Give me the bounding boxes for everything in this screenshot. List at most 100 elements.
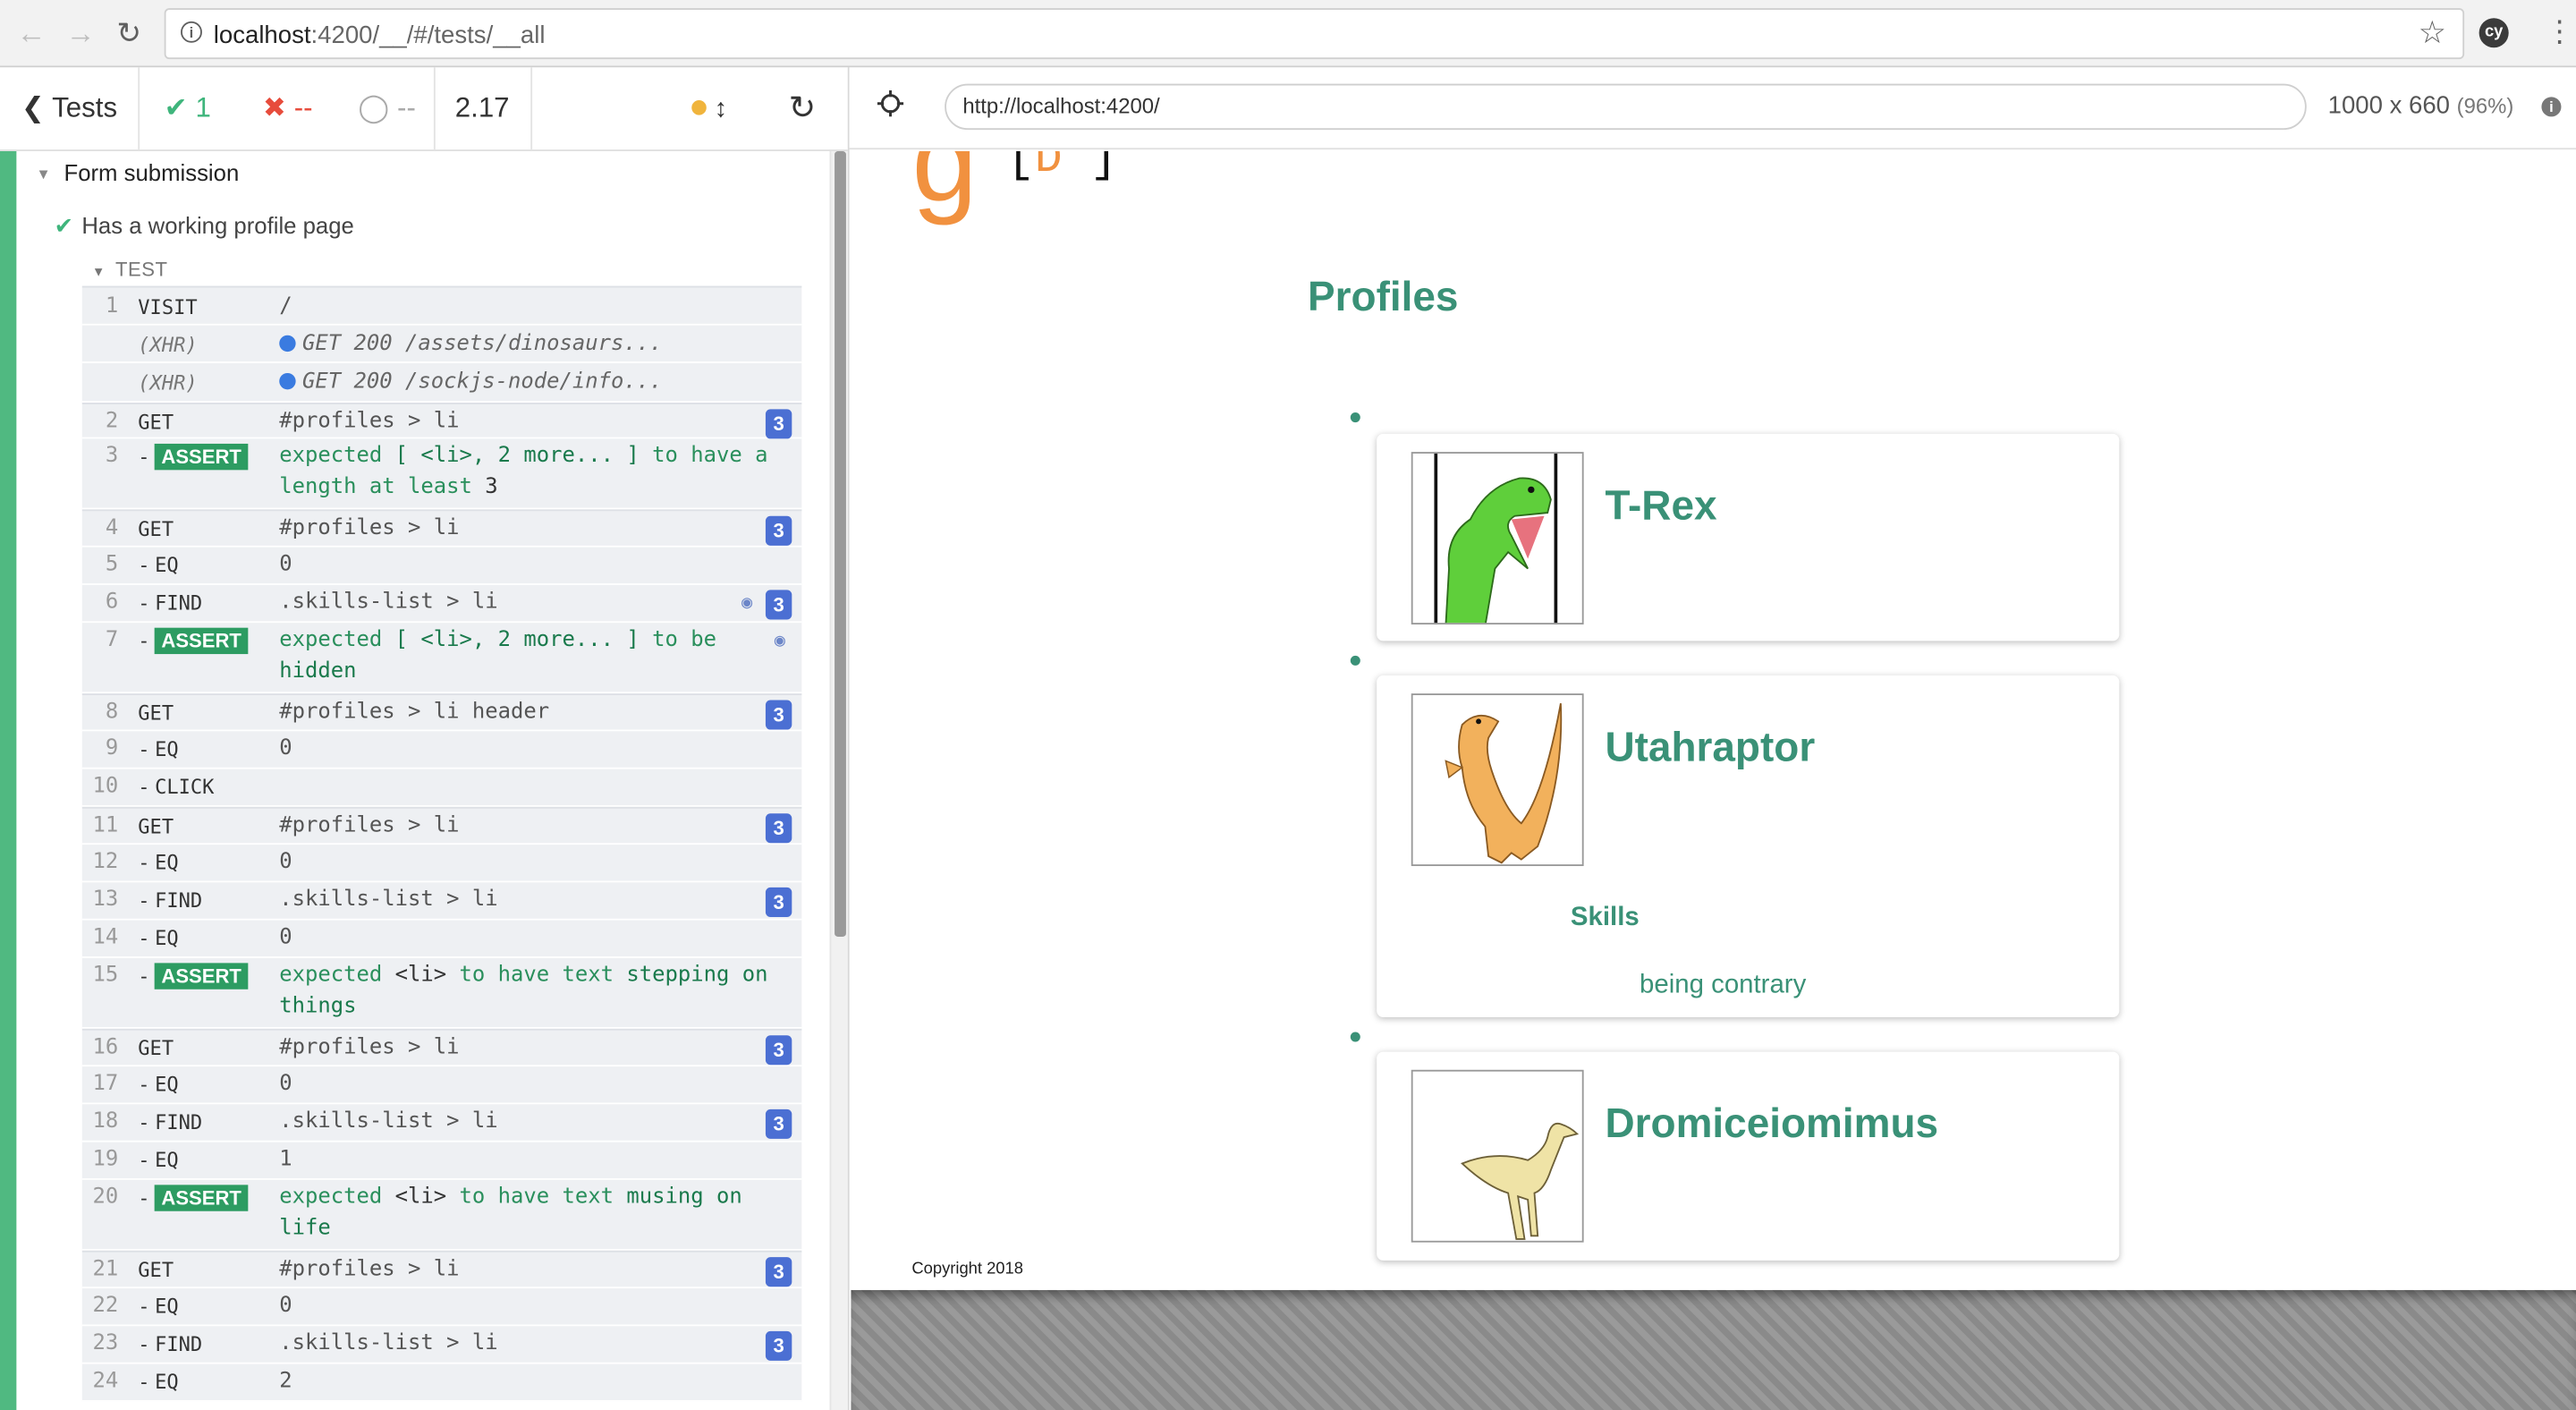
element-count-badge: 3 [765, 700, 792, 730]
reporter-scrollbar[interactable] [829, 150, 848, 1410]
assert-badge: ASSERT [155, 443, 249, 471]
viewport-info-icon[interactable]: i [2541, 97, 2562, 117]
bookmark-star-icon[interactable]: ☆ [2419, 15, 2446, 53]
command-row[interactable]: 7 - ASSERT expected [ <li>, 2 more... ] t… [81, 623, 802, 694]
profile-name[interactable]: Utahraptor [1605, 725, 1815, 772]
command-row[interactable]: 18 - FIND .skills-list > li 3 [81, 1104, 802, 1142]
command-row[interactable]: 12 - EQ 0 [81, 845, 802, 883]
list-bullet [1350, 412, 1360, 423]
element-count-badge: 3 [765, 1257, 792, 1287]
command-row[interactable]: 17 - EQ 0 [81, 1066, 802, 1105]
command-row[interactable]: 13 - FIND .skills-list > li 3 [81, 882, 802, 921]
command-row[interactable]: 4 GET #profiles > li 3 [81, 509, 802, 548]
browser-menu-icon[interactable]: ⋮ [2545, 15, 2574, 48]
command-row[interactable]: 15 - ASSERT expected <li> to have text st… [81, 957, 802, 1029]
trex-image [1411, 452, 1584, 624]
forward-arrow-icon[interactable]: → [65, 16, 95, 49]
command-row[interactable]: 1 VISIT / [81, 285, 802, 326]
list-bullet [1350, 1032, 1360, 1042]
aut-background [851, 1289, 2576, 1410]
scroll-arrows-icon: ↕ [714, 95, 728, 123]
check-icon: ✔ [54, 211, 74, 239]
element-count-badge: 3 [765, 1035, 792, 1066]
element-count-badge: 3 [765, 515, 792, 546]
assert-badge: ASSERT [155, 1185, 249, 1211]
site-info-icon[interactable]: i [181, 21, 202, 43]
command-row[interactable]: 22 - EQ 0 [81, 1288, 802, 1327]
pass-indicator-bar [0, 150, 17, 1410]
xhr-dot-icon [279, 372, 296, 390]
command-row[interactable]: 3 - ASSERT expected [ <li>, 2 more... ] t… [81, 438, 802, 510]
suite-title[interactable]: ▼ Form submission [36, 159, 239, 185]
hidden-eye-icon: ◉ [774, 629, 785, 651]
caret-down-icon: ▼ [91, 264, 106, 280]
command-row[interactable]: 21 GET #profiles > li 3 [81, 1250, 802, 1289]
reporter-header: ❮ Tests ✔ 1 ✖ -- ◯ -- 2.17 ↕ ↻ [0, 67, 848, 151]
failed-count: ✖ -- [262, 91, 313, 123]
profile-card[interactable]: Utahraptor Skills being contrary [1377, 675, 2120, 1017]
command-row[interactable]: 16 GET #profiles > li 3 [81, 1028, 802, 1067]
reporter-runnables: ▼ Form submission ✔ Has a working profile … [0, 150, 848, 1410]
caret-down-icon: ▼ [36, 166, 51, 183]
utahraptor-image [1411, 693, 1584, 867]
assert-badge: ASSERT [155, 627, 249, 655]
test-section-label[interactable]: ▼ TEST [92, 258, 168, 281]
browser-toolbar: ← → ↻ i localhost:4200/__/#/tests/__all … [0, 0, 2576, 68]
element-count-badge: 3 [765, 409, 792, 439]
skill-item: being contrary [1640, 971, 1807, 999]
element-count-badge: 3 [765, 813, 792, 844]
address-text: localhost:4200/__/#/tests/__all [213, 21, 546, 50]
profile-name[interactable]: T-Rex [1605, 483, 1716, 531]
list-bullet [1350, 655, 1360, 666]
command-row[interactable]: 19 - EQ 1 [81, 1142, 802, 1180]
command-row[interactable]: 24 - EQ 2 [81, 1363, 802, 1402]
scrollbar-thumb[interactable] [835, 150, 846, 937]
xhr-dot-icon [279, 335, 296, 352]
element-count-badge: 3 [765, 1108, 792, 1139]
assert-badge: ASSERT [155, 963, 249, 990]
selector-playground-icon[interactable] [877, 90, 904, 117]
status-dot-icon [691, 100, 707, 115]
hidden-eye-icon: ◉ [741, 591, 753, 614]
command-row[interactable]: 20 - ASSERT expected <li> to have text mu… [81, 1179, 802, 1251]
viewport-size: 1000 x 660 (96%) [2327, 91, 2514, 121]
command-row[interactable]: 6 - FIND .skills-list > li ◉ 3 [81, 584, 802, 624]
profile-card[interactable]: Dromiceiomimus [1377, 1051, 2120, 1261]
duration: 2.17 [454, 91, 510, 123]
passed-count: ✔ 1 [164, 91, 211, 123]
aut-header: http://localhost:4200/ 1000 x 660 (96%) … [849, 67, 2576, 150]
app-logo: g [911, 150, 978, 227]
element-count-badge: 3 [765, 590, 792, 620]
command-row[interactable]: 8 GET #profiles > li header 3 [81, 693, 802, 732]
element-count-badge: 3 [765, 1330, 792, 1361]
command-row[interactable]: (XHR) GET 200 /assets/dinosaurs... [81, 325, 802, 363]
check-icon: ✔ [164, 91, 188, 123]
pending-circle-icon: ◯ [358, 91, 390, 123]
chevron-left-icon: ❮ [21, 91, 46, 123]
command-row[interactable]: 2 GET #profiles > li 3 [81, 403, 802, 439]
autoscroll-toggle[interactable]: ↕ [691, 67, 727, 149]
skills-heading: Skills [1570, 904, 1640, 932]
tests-back-button[interactable]: ❮ Tests [21, 67, 117, 149]
command-row[interactable]: 10 - CLICK [81, 769, 802, 807]
reload-icon[interactable]: ↻ [116, 16, 141, 49]
address-bar[interactable]: i localhost:4200/__/#/tests/__all ☆ [164, 8, 2465, 60]
cypress-extension-icon[interactable]: cy [2479, 18, 2509, 48]
aut-url: http://localhost:4200/ [945, 83, 2307, 131]
test-title[interactable]: ✔ Has a working profile page [55, 212, 354, 240]
profile-name[interactable]: Dromiceiomimus [1605, 1101, 1938, 1149]
profile-card[interactable]: T-Rex [1377, 433, 2120, 641]
command-row[interactable]: 9 - EQ 0 [81, 731, 802, 769]
command-row[interactable]: 5 - EQ 0 [81, 547, 802, 585]
app-under-test: g [D ] Profiles T-Rex Utahraptor Skills … [851, 150, 2576, 1290]
copyright: Copyright 2018 [911, 1260, 1023, 1279]
command-row[interactable]: 23 - FIND .skills-list > li 3 [81, 1326, 802, 1364]
command-row[interactable]: 14 - EQ 0 [81, 920, 802, 958]
command-row[interactable]: 11 GET #profiles > li 3 [81, 806, 802, 845]
command-row[interactable]: (XHR) GET 200 /sockjs-node/info... [81, 362, 802, 403]
element-count-badge: 3 [765, 887, 792, 917]
pending-count: ◯ -- [358, 91, 416, 123]
restart-icon[interactable]: ↻ [789, 67, 817, 149]
back-arrow-icon[interactable]: ← [16, 16, 46, 49]
app-logo-brackets: [D ] [1006, 150, 1118, 186]
